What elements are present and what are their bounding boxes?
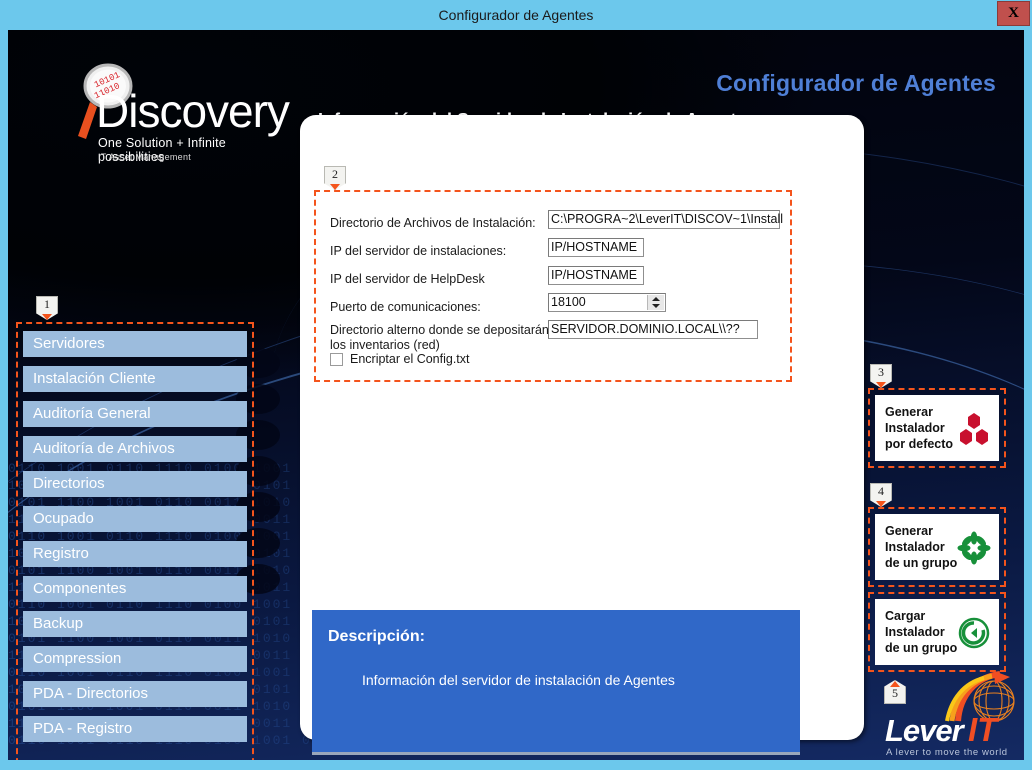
main-content: 0110 1001 0110 1110 0100 1001 0101 0011 … (8, 30, 1024, 760)
sidebar-item-registro[interactable]: Registro (23, 541, 247, 567)
sidebar-item-compression[interactable]: Compression (23, 646, 247, 672)
label-line-1: Generar (885, 405, 933, 419)
helpdesk-server-ip-input[interactable]: IP/HOSTNAME (548, 266, 644, 285)
leverit-accent: IT (968, 711, 998, 748)
sidebar-item-componentes[interactable]: Componentes (23, 576, 247, 602)
label-line-2: Instalador (885, 625, 945, 639)
content-panel: 2 Directorio de Archivos de Instalación:… (300, 115, 864, 755)
red-hexagons-icon (960, 413, 988, 445)
window-title: Configurador de Agentes (438, 7, 594, 23)
badge-arrow-icon (42, 314, 52, 320)
generate-default-installer-button[interactable]: Generar Instalador por defecto (875, 395, 999, 461)
logo-subtagline: IT Asset Management (98, 152, 192, 162)
label-line-2: Instalador (885, 540, 945, 554)
step-badge-5: 5 (884, 680, 906, 704)
load-group-installer-frame: Cargar Instalador de un grupo (868, 592, 1006, 672)
description-box: Descripción: Información del servidor de… (312, 610, 800, 755)
badge-arrow-icon (890, 681, 900, 687)
description-title: Descripción: (328, 628, 425, 645)
load-group-installer-label: Cargar Instalador de un grupo (885, 608, 957, 656)
comm-port-value: 18100 (551, 295, 586, 309)
field-label-comm-port: Puerto de comunicaciones: (330, 300, 481, 314)
step-badge-3: 3 (870, 364, 892, 388)
badge-number: 4 (878, 484, 884, 498)
step-badge-2: 2 (324, 166, 346, 190)
alt-dir-input[interactable]: SERVIDOR.DOMINIO.LOCAL\\?? (548, 320, 758, 339)
badge-arrow-icon (876, 382, 886, 388)
badge-arrow-icon (330, 184, 340, 190)
install-dir-input[interactable]: C:\PROGRA~2\LeverIT\DISCOV~1\Install (548, 210, 783, 229)
generate-group-installer-frame: Generar Instalador de un grupo (868, 507, 1006, 587)
app-title: Configurador de Agentes (716, 70, 996, 96)
close-button[interactable]: X (997, 1, 1030, 26)
load-group-installer-button[interactable]: Cargar Instalador de un grupo (875, 599, 999, 665)
discovery-logo: 10101 11010 Discovery One Solution + Inf… (60, 62, 290, 170)
leverit-tagline: A lever to move the world (886, 747, 1008, 758)
sidebar-item-instalacion-cliente[interactable]: Instalación Cliente (23, 366, 247, 392)
install-server-ip-input[interactable]: IP/HOSTNAME (548, 238, 644, 257)
green-refresh-circle-icon (958, 617, 990, 649)
badge-number: 3 (878, 365, 884, 379)
sidebar-item-ocupado[interactable]: Ocupado (23, 506, 247, 532)
green-asterisk-icon (957, 531, 991, 565)
comm-port-input[interactable]: 18100 (548, 293, 666, 312)
badge-number: 1 (44, 297, 50, 311)
label-line-1: Generar (885, 524, 933, 538)
field-label-alt-dir-line2: los inventarios (red) (330, 338, 440, 352)
encrypt-config-checkbox[interactable] (330, 352, 343, 366)
leverit-wordmark: Lever (885, 713, 964, 748)
sidebar-item-auditoria-general[interactable]: Auditoría General (23, 401, 247, 427)
sidebar-item-pda-directorios[interactable]: PDA - Directorios (23, 681, 247, 707)
field-label-helpdesk-server-ip: IP del servidor de HelpDesk (330, 272, 485, 286)
encrypt-config-label: Encriptar el Config.txt (350, 352, 470, 366)
label-line-3: por defecto (885, 437, 954, 451)
generate-default-installer-label: Generar Instalador por defecto (885, 404, 953, 452)
sidebar-item-pda-registro[interactable]: PDA - Registro (23, 716, 247, 742)
label-line-3: de un grupo (885, 556, 958, 570)
window-titlebar: Configurador de Agentes X (0, 0, 1032, 30)
bottom-frame-strip (0, 760, 1032, 770)
label-line-1: Cargar (885, 609, 926, 623)
stepper-down-icon[interactable] (652, 304, 660, 309)
badge-number: 5 (892, 686, 898, 700)
logo-wordmark: Discovery (96, 85, 290, 137)
window-body: 0110 1001 0110 1110 0100 1001 0101 0011 … (0, 30, 1032, 770)
server-info-form: Directorio de Archivos de Instalación: C… (314, 190, 792, 382)
step-badge-1: 1 (36, 296, 58, 320)
sidebar-item-directorios[interactable]: Directorios (23, 471, 247, 497)
label-line-2: Instalador (885, 421, 945, 435)
badge-number: 2 (332, 167, 338, 181)
description-text: Información del servidor de instalación … (362, 672, 675, 688)
sidebar-item-auditoria-archivos[interactable]: Auditoría de Archivos (23, 436, 247, 462)
label-line-3: de un grupo (885, 641, 958, 655)
badge-arrow-icon (876, 501, 886, 507)
field-label-install-server-ip: IP del servidor de instalaciones: (330, 244, 507, 258)
application-window: Configurador de Agentes X 0110 1001 0110… (0, 0, 1032, 770)
sidebar-item-backup[interactable]: Backup (23, 611, 247, 637)
field-label-install-dir: Directorio de Archivos de Instalación: (330, 216, 536, 230)
generate-default-installer-frame: Generar Instalador por defecto (868, 388, 1006, 468)
sidebar-item-servidores[interactable]: Servidores (23, 331, 247, 357)
stepper-up-icon[interactable] (652, 296, 660, 301)
field-label-alt-dir-line1: Directorio alterno donde se depositarán (330, 323, 549, 337)
encrypt-config-row[interactable]: Encriptar el Config.txt (330, 352, 470, 366)
step-badge-4: 4 (870, 483, 892, 507)
comm-port-stepper[interactable] (647, 295, 664, 310)
generate-group-installer-button[interactable]: Generar Instalador de un grupo (875, 514, 999, 580)
sidebar-menu: Servidores Instalación Cliente Auditoría… (16, 322, 254, 760)
generate-group-installer-label: Generar Instalador de un grupo (885, 523, 957, 571)
